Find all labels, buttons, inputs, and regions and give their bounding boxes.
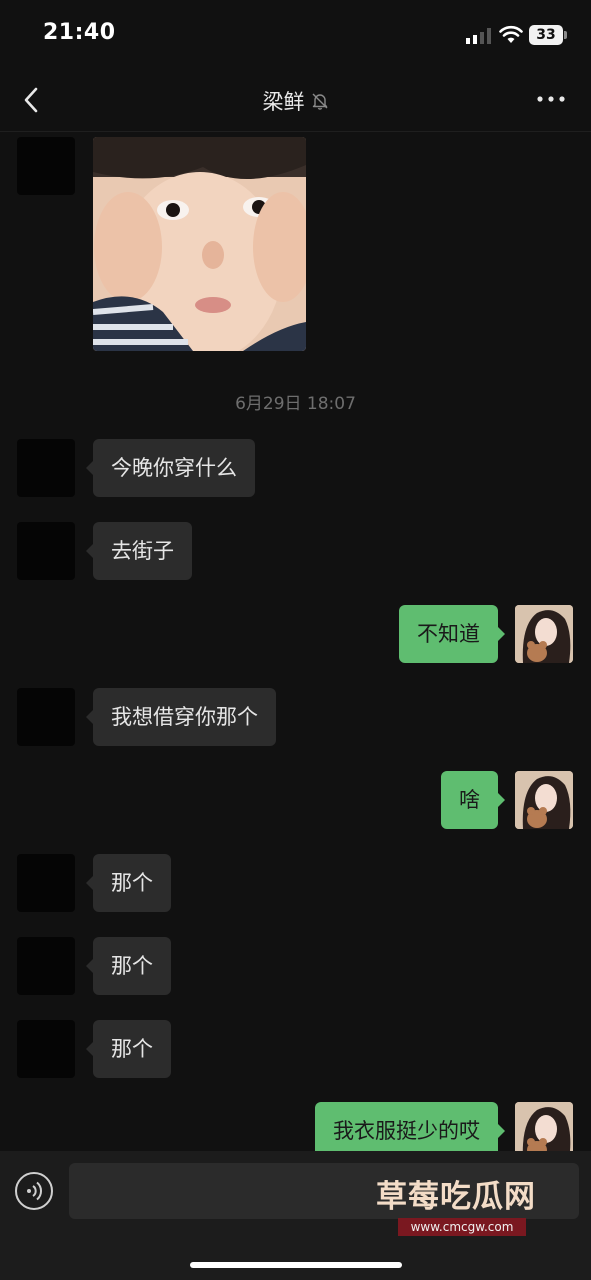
watermark-url: www.cmcgw.com [398, 1218, 526, 1236]
mute-icon [312, 93, 327, 110]
chat-title: 梁鲜 [262, 90, 305, 114]
battery-indicator: 33 [529, 25, 567, 45]
incoming-message[interactable]: 今晚你穿什么 [86, 439, 255, 497]
incoming-message[interactable]: 我想借穿你那个 [86, 688, 276, 746]
photo-message[interactable] [93, 137, 306, 351]
my-avatar[interactable] [515, 771, 573, 829]
input-bar: 草莓吃瓜网 www.cmcgw.com [0, 1151, 591, 1280]
incoming-message[interactable]: 去街子 [86, 522, 192, 580]
contact-avatar[interactable] [17, 937, 75, 995]
outgoing-message[interactable]: 不知道 [399, 605, 505, 663]
my-avatar-image [515, 771, 573, 829]
outgoing-message[interactable]: 啥 [441, 771, 505, 829]
my-avatar[interactable] [515, 605, 573, 663]
more-icon[interactable] [536, 92, 566, 106]
contact-avatar[interactable] [17, 137, 75, 195]
chat-title-row: 梁鲜 [0, 86, 591, 116]
contact-avatar[interactable] [17, 522, 75, 580]
wifi-icon [499, 25, 523, 43]
contact-avatar[interactable] [17, 854, 75, 912]
contact-avatar[interactable] [17, 1020, 75, 1078]
incoming-message[interactable]: 那个 [86, 937, 171, 995]
my-avatar-image [515, 605, 573, 663]
status-bar: 21:40 33 [0, 0, 591, 70]
voice-button[interactable] [15, 1172, 53, 1210]
battery-level: 33 [536, 27, 556, 43]
status-time: 21:40 [43, 20, 116, 45]
incoming-message[interactable]: 那个 [86, 854, 171, 912]
voice-icon [27, 1181, 43, 1201]
incoming-message[interactable]: 那个 [86, 1020, 171, 1078]
contact-avatar[interactable] [17, 439, 75, 497]
chat-header: 梁鲜 [0, 70, 591, 132]
home-indicator [190, 1262, 402, 1268]
photo-message-image [93, 137, 306, 351]
watermark-text: 草莓吃瓜网 [376, 1179, 536, 1215]
message-timestamp: 6月29日 18:07 [235, 394, 356, 414]
contact-avatar[interactable] [17, 688, 75, 746]
signal-icon [466, 28, 491, 44]
